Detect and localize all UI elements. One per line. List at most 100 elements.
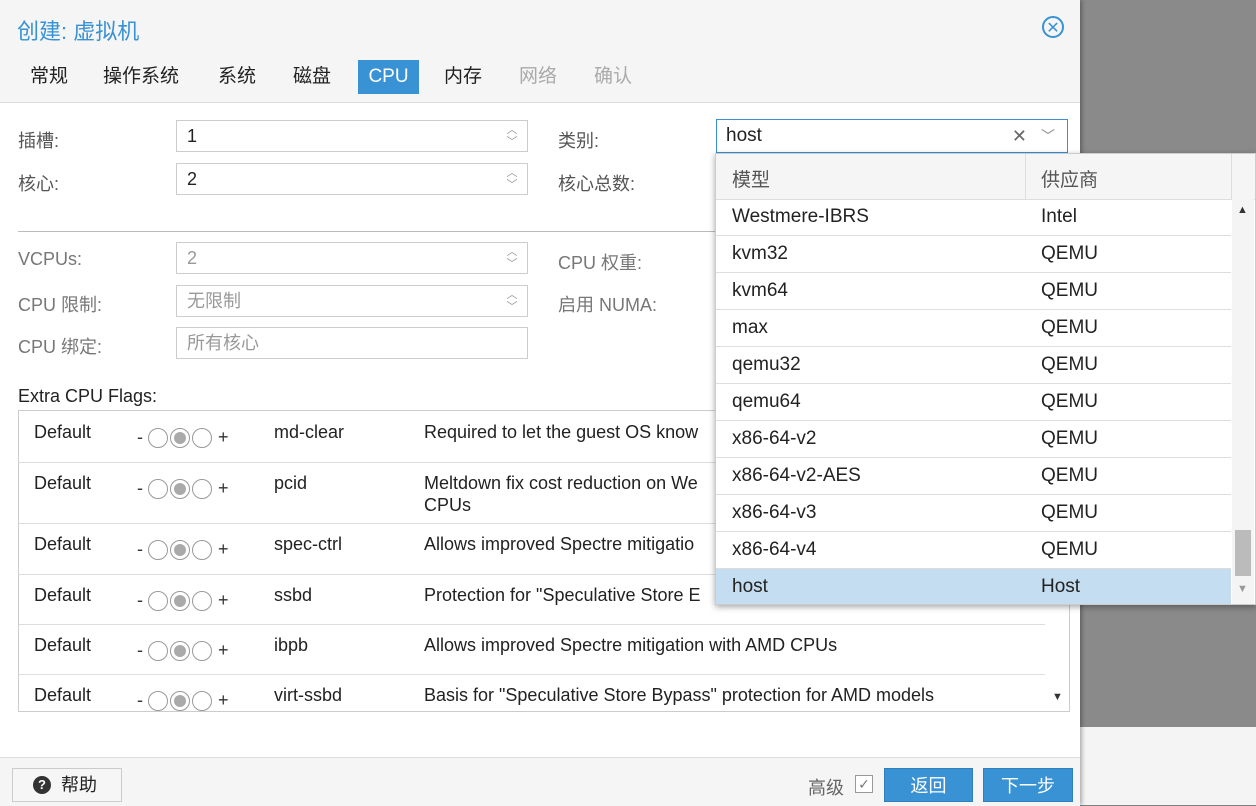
cpu-type-combobox[interactable]: host ✕ ﹀ (716, 119, 1068, 153)
option-model: kvm32 (732, 243, 788, 264)
cpu-type-option[interactable]: kvm64 QEMU (716, 273, 1231, 310)
help-icon: ? (33, 776, 51, 794)
flag-toggle[interactable]: - + (137, 690, 229, 711)
radio-on[interactable] (192, 640, 212, 661)
cpu-weight-label: CPU 权重: (558, 253, 643, 273)
plus-label: + (218, 539, 229, 559)
advanced-checkbox[interactable]: ✓ (855, 775, 873, 793)
option-vendor: QEMU (1041, 428, 1098, 449)
next-button[interactable]: 下一步 (983, 768, 1073, 802)
radio-off[interactable] (148, 539, 168, 560)
flag-state: Default (34, 473, 92, 493)
radio-off[interactable] (148, 690, 168, 711)
minus-label: - (137, 690, 143, 710)
cpu-limit-placeholder: 无限制 (187, 291, 241, 311)
flag-row: Default - + virt-ssbd Basis for "Speculative… (19, 674, 1045, 711)
radio-off[interactable] (148, 640, 168, 661)
tab-system[interactable]: 系统 (208, 60, 266, 94)
background-panel (1080, 727, 1256, 805)
cpu-type-option[interactable]: Westmere-IBRS Intel (716, 199, 1231, 236)
back-button[interactable]: 返回 (884, 768, 973, 802)
minus-label: - (137, 539, 143, 559)
vcpus-spinner-icon[interactable]: ︿ ﹀ (505, 246, 519, 270)
radio-on[interactable] (192, 690, 212, 711)
flag-description: Allows improved Spectre mitigatio (424, 534, 695, 554)
clear-icon[interactable]: ✕ (1012, 120, 1027, 152)
vcpus-field[interactable]: 2 ︿ ﹀ (176, 242, 528, 274)
cpu-type-option[interactable]: max QEMU (716, 310, 1231, 347)
radio-default[interactable] (170, 640, 190, 661)
radio-default[interactable] (170, 690, 190, 711)
tab-cpu[interactable]: CPU (358, 60, 419, 94)
cpu-affinity-placeholder: 所有核心 (187, 333, 259, 353)
tab-os[interactable]: 操作系统 (93, 60, 189, 94)
flag-state: Default (34, 635, 92, 655)
radio-off[interactable] (148, 478, 168, 499)
flag-state: Default (34, 685, 92, 705)
radio-default[interactable] (170, 590, 190, 611)
cpu-type-option[interactable]: x86-64-v2 QEMU (716, 421, 1231, 458)
flag-description: Basis for "Speculative Store Bypass" pro… (424, 685, 935, 705)
radio-default[interactable] (170, 478, 190, 499)
cpu-type-option[interactable]: kvm32 QEMU (716, 236, 1231, 273)
cores-spinner-icon[interactable]: ︿ ﹀ (505, 167, 519, 191)
scroll-down-icon[interactable]: ▼ (1237, 583, 1248, 595)
option-vendor: QEMU (1041, 391, 1098, 412)
flag-toggle[interactable]: - + (137, 640, 229, 661)
flag-toggle[interactable]: - + (137, 478, 229, 499)
cpu-type-option[interactable]: qemu64 QEMU (716, 384, 1231, 421)
tab-general[interactable]: 常规 (20, 60, 78, 94)
flag-name: pcid (274, 473, 308, 493)
cores-field[interactable]: 2 ︿ ﹀ (176, 163, 528, 195)
cpu-type-option[interactable]: qemu32 QEMU (716, 347, 1231, 384)
option-model: Westmere-IBRS (732, 206, 869, 227)
radio-default[interactable] (170, 427, 190, 448)
tab-disks[interactable]: 磁盘 (283, 60, 341, 94)
flag-description-line2: CPUs (424, 495, 472, 515)
plus-label: + (218, 427, 229, 447)
minus-label: - (137, 590, 143, 610)
flag-toggle[interactable]: - + (137, 427, 229, 448)
cpu-type-option[interactable]: x86-64-v4 QEMU (716, 532, 1231, 569)
scroll-down-icon[interactable]: ▼ (1052, 691, 1063, 703)
vcpus-label: VCPUs: (18, 249, 83, 269)
cpu-type-option[interactable]: x86-64-v2-AES QEMU (716, 458, 1231, 495)
radio-on[interactable] (192, 478, 212, 499)
sockets-field[interactable]: 1 ︿ ﹀ (176, 120, 528, 152)
scrollbar-thumb[interactable] (1235, 530, 1251, 576)
column-header-model[interactable]: 模型 (732, 165, 770, 192)
radio-on[interactable] (192, 427, 212, 448)
cpu-affinity-field[interactable]: 所有核心 (176, 327, 528, 359)
radio-on[interactable] (192, 539, 212, 560)
radio-default[interactable] (170, 539, 190, 560)
tab-network: 网络 (519, 66, 558, 87)
column-header-vendor[interactable]: 供应商 (1041, 165, 1098, 192)
close-icon[interactable]: ✕ (1042, 16, 1064, 38)
help-button[interactable]: ? 帮助 (12, 768, 122, 802)
dropdown-scrollbar[interactable]: ▲ ▼ (1232, 199, 1254, 604)
radio-off[interactable] (148, 590, 168, 611)
radio-off[interactable] (148, 427, 168, 448)
option-model: qemu64 (732, 391, 801, 412)
tab-memory[interactable]: 内存 (434, 60, 492, 94)
option-vendor: Intel (1041, 206, 1077, 227)
flag-toggle[interactable]: - + (137, 590, 229, 611)
plus-label: + (218, 690, 229, 710)
option-model: x86-64-v2 (732, 428, 817, 449)
cpu-limit-spinner-icon[interactable]: ︿ ﹀ (505, 289, 519, 313)
plus-label: + (218, 478, 229, 498)
column-separator (1025, 154, 1026, 199)
total-cores-label: 核心总数: (558, 174, 636, 194)
flag-row: Default - + ibpb Allows improved Spectre mit… (19, 624, 1045, 675)
cpu-type-option[interactable]: x86-64-v3 QEMU (716, 495, 1231, 532)
flag-toggle[interactable]: - + (137, 539, 229, 560)
cpu-type-option[interactable]: host Host (716, 569, 1231, 604)
flag-description: Protection for "Speculative Store E (424, 585, 701, 605)
radio-on[interactable] (192, 590, 212, 611)
cpu-limit-field[interactable]: 无限制 ︿ ﹀ (176, 285, 528, 317)
column-separator (1231, 154, 1232, 199)
sockets-spinner-icon[interactable]: ︿ ﹀ (505, 124, 519, 148)
scroll-up-icon[interactable]: ▲ (1237, 204, 1248, 216)
option-vendor: QEMU (1041, 502, 1098, 523)
chevron-down-icon[interactable]: ﹀ (1041, 120, 1055, 152)
